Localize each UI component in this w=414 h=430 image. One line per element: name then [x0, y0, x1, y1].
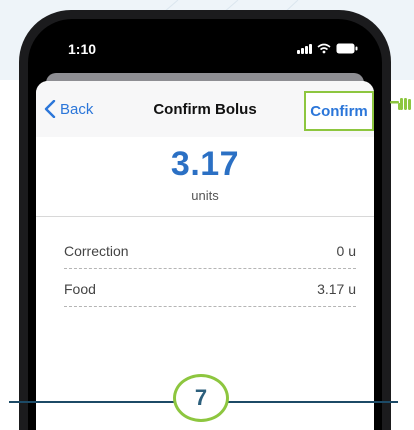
battery-icon	[336, 43, 358, 54]
list-item-food: Food 3.17 u	[64, 271, 356, 307]
status-time: 1:10	[68, 41, 97, 57]
row-separator	[64, 306, 356, 307]
pointing-hand-icon	[390, 98, 411, 110]
navigation-bar: Back Confirm Bolus Confirm	[36, 81, 374, 137]
bolus-unit-label: units	[191, 188, 219, 203]
phone-screen: 1:10 Back Confirm Bolus Confirm 3.17 uni…	[28, 19, 382, 430]
confirm-button[interactable]: Confirm	[304, 91, 374, 131]
row-label: Correction	[64, 243, 129, 259]
phone-notch	[116, 19, 294, 50]
row-separator	[64, 268, 356, 269]
row-value: 3.17 u	[317, 281, 356, 297]
divider	[36, 216, 374, 217]
step-number-badge: 7	[173, 374, 229, 422]
row-label: Food	[64, 281, 96, 297]
signal-icon	[297, 44, 312, 54]
bolus-amount: 3.17	[170, 145, 240, 183]
wifi-icon	[317, 43, 331, 54]
phone-frame: 1:10 Back Confirm Bolus Confirm 3.17 uni…	[19, 10, 391, 430]
status-icons	[297, 43, 358, 54]
row-value: 0 u	[336, 243, 356, 259]
list-item-correction: Correction 0 u	[64, 233, 356, 269]
